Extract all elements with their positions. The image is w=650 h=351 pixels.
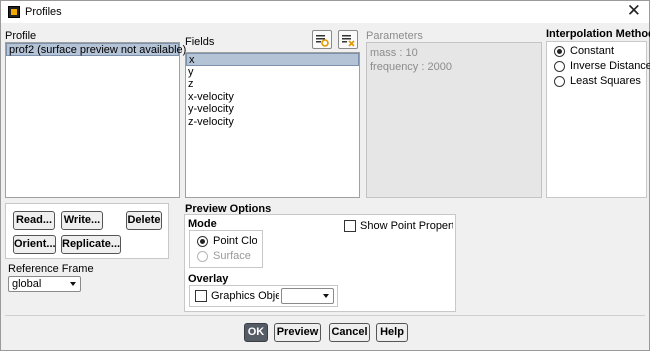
write-button[interactable]: Write... bbox=[61, 211, 103, 230]
radio-surface: Surface bbox=[197, 250, 251, 262]
chevron-down-icon bbox=[323, 294, 329, 298]
overlay-panel: Graphics Objects bbox=[189, 285, 338, 307]
app-icon bbox=[8, 6, 20, 18]
radio-label: Constant bbox=[570, 45, 615, 57]
parameters-list: mass : 10 frequency : 2000 bbox=[366, 42, 542, 198]
field-item-x-velocity[interactable]: x-velocity bbox=[186, 91, 359, 104]
radio-point-cloud[interactable]: Point Cloud bbox=[197, 235, 257, 247]
close-icon[interactable]: ✕ bbox=[627, 2, 641, 20]
mode-panel: Point Cloud Surface bbox=[189, 230, 263, 268]
radio-icon bbox=[197, 250, 208, 262]
select-all-icon[interactable] bbox=[312, 30, 332, 49]
cancel-button[interactable]: Cancel bbox=[329, 323, 370, 342]
ok-button[interactable]: OK bbox=[244, 323, 268, 342]
interpolation-method-label: Interpolation Method bbox=[546, 28, 650, 40]
footer-divider bbox=[5, 315, 645, 316]
read-button[interactable]: Read... bbox=[13, 211, 55, 230]
reference-frame-label: Reference Frame bbox=[8, 263, 94, 275]
fields-list[interactable]: x y z x-velocity y-velocity z-velocity bbox=[185, 52, 360, 198]
profile-list[interactable]: prof2 (surface preview not available) bbox=[5, 42, 186, 198]
show-point-properties-label: Show Point Properties bbox=[360, 220, 453, 232]
show-point-properties-checkbox[interactable] bbox=[344, 220, 356, 232]
reference-frame-value: global bbox=[12, 278, 42, 290]
preview-button[interactable]: Preview bbox=[274, 323, 321, 342]
profile-label: Profile bbox=[5, 30, 37, 42]
graphics-objects-checkbox[interactable] bbox=[195, 290, 207, 302]
preview-options-panel: Mode Point Cloud Surface Show Point Prop… bbox=[184, 214, 456, 312]
mode-label: Mode bbox=[188, 218, 217, 230]
radio-label: Inverse Distance bbox=[570, 60, 650, 72]
orient-button[interactable]: Orient... bbox=[13, 235, 56, 254]
overlay-label: Overlay bbox=[188, 273, 229, 285]
replicate-button[interactable]: Replicate... bbox=[61, 235, 121, 254]
deselect-all-icon[interactable] bbox=[338, 30, 358, 49]
radio-selected-icon bbox=[554, 45, 565, 57]
parameters-label: Parameters bbox=[366, 30, 423, 42]
field-item-y-velocity[interactable]: y-velocity bbox=[186, 103, 359, 116]
profile-item[interactable]: prof2 (surface preview not available) bbox=[6, 43, 186, 56]
field-item-z[interactable]: z bbox=[186, 78, 359, 91]
graphics-objects-label: Graphics Objects bbox=[211, 290, 279, 302]
reference-frame-dropdown[interactable]: global bbox=[8, 276, 81, 292]
window-title: Profiles bbox=[25, 6, 62, 18]
radio-label: Point Cloud bbox=[213, 235, 257, 247]
parameter-item: frequency : 2000 bbox=[370, 61, 452, 73]
fields-label: Fields bbox=[185, 36, 215, 48]
delete-button[interactable]: Delete bbox=[126, 211, 162, 230]
radio-label: Surface bbox=[213, 250, 251, 262]
interpolation-method-panel: Constant Inverse Distance Least Squares bbox=[546, 41, 650, 198]
radio-constant[interactable]: Constant bbox=[554, 45, 614, 57]
title-bar: Profiles ✕ bbox=[1, 1, 649, 23]
radio-selected-icon bbox=[197, 235, 208, 247]
radio-label: Least Squares bbox=[570, 75, 641, 87]
field-item-z-velocity[interactable]: z-velocity bbox=[186, 116, 359, 129]
radio-icon bbox=[554, 60, 565, 72]
radio-least-squares[interactable]: Least Squares bbox=[554, 75, 641, 87]
chevron-down-icon bbox=[70, 282, 76, 286]
profile-actions-panel: Read... Write... Delete Orient... Replic… bbox=[5, 203, 169, 259]
field-item-x[interactable]: x bbox=[186, 53, 359, 66]
profiles-dialog: Profiles ✕ Profile prof2 (surface previe… bbox=[0, 0, 650, 351]
parameter-item: mass : 10 bbox=[370, 47, 418, 59]
radio-inverse-distance[interactable]: Inverse Distance bbox=[554, 60, 650, 72]
graphics-objects-dropdown[interactable] bbox=[281, 288, 334, 304]
field-item-y[interactable]: y bbox=[186, 66, 359, 79]
help-button[interactable]: Help bbox=[376, 323, 408, 342]
radio-icon bbox=[554, 75, 565, 87]
